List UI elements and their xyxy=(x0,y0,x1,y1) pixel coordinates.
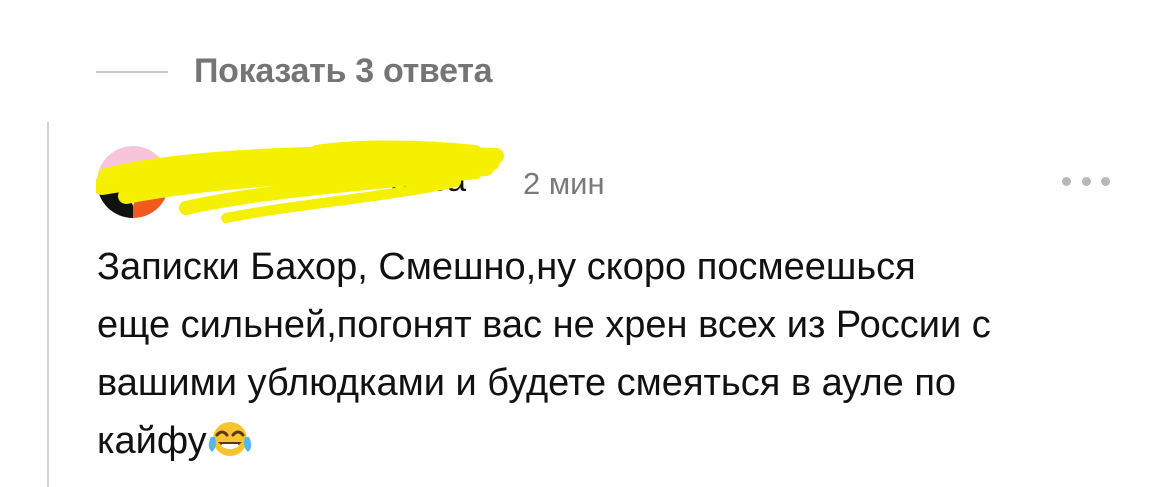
more-dot xyxy=(1081,176,1091,186)
show-replies-label: Показать 3 ответа xyxy=(194,52,493,90)
author-name-visible: пова xyxy=(390,160,467,199)
comment-thread: Показать 3 ответа пова 2 мин Записки Бах… xyxy=(0,0,1170,487)
more-dot xyxy=(1062,176,1071,186)
replies-divider-line xyxy=(96,70,168,73)
avatar[interactable] xyxy=(97,146,169,218)
reply-thread-line xyxy=(47,122,49,487)
comment-author[interactable]: пова xyxy=(190,160,466,200)
more-dots-icon[interactable] xyxy=(1062,166,1110,196)
face-with-tears-of-joy-icon xyxy=(208,422,251,456)
show-replies-button[interactable]: Показать 3 ответа xyxy=(96,52,493,91)
more-dot xyxy=(1101,176,1110,186)
comment-body: Записки Бахор, Смешно,ну скоро посмеешьс… xyxy=(97,238,1137,470)
comment-time: 2 мин xyxy=(523,166,605,201)
